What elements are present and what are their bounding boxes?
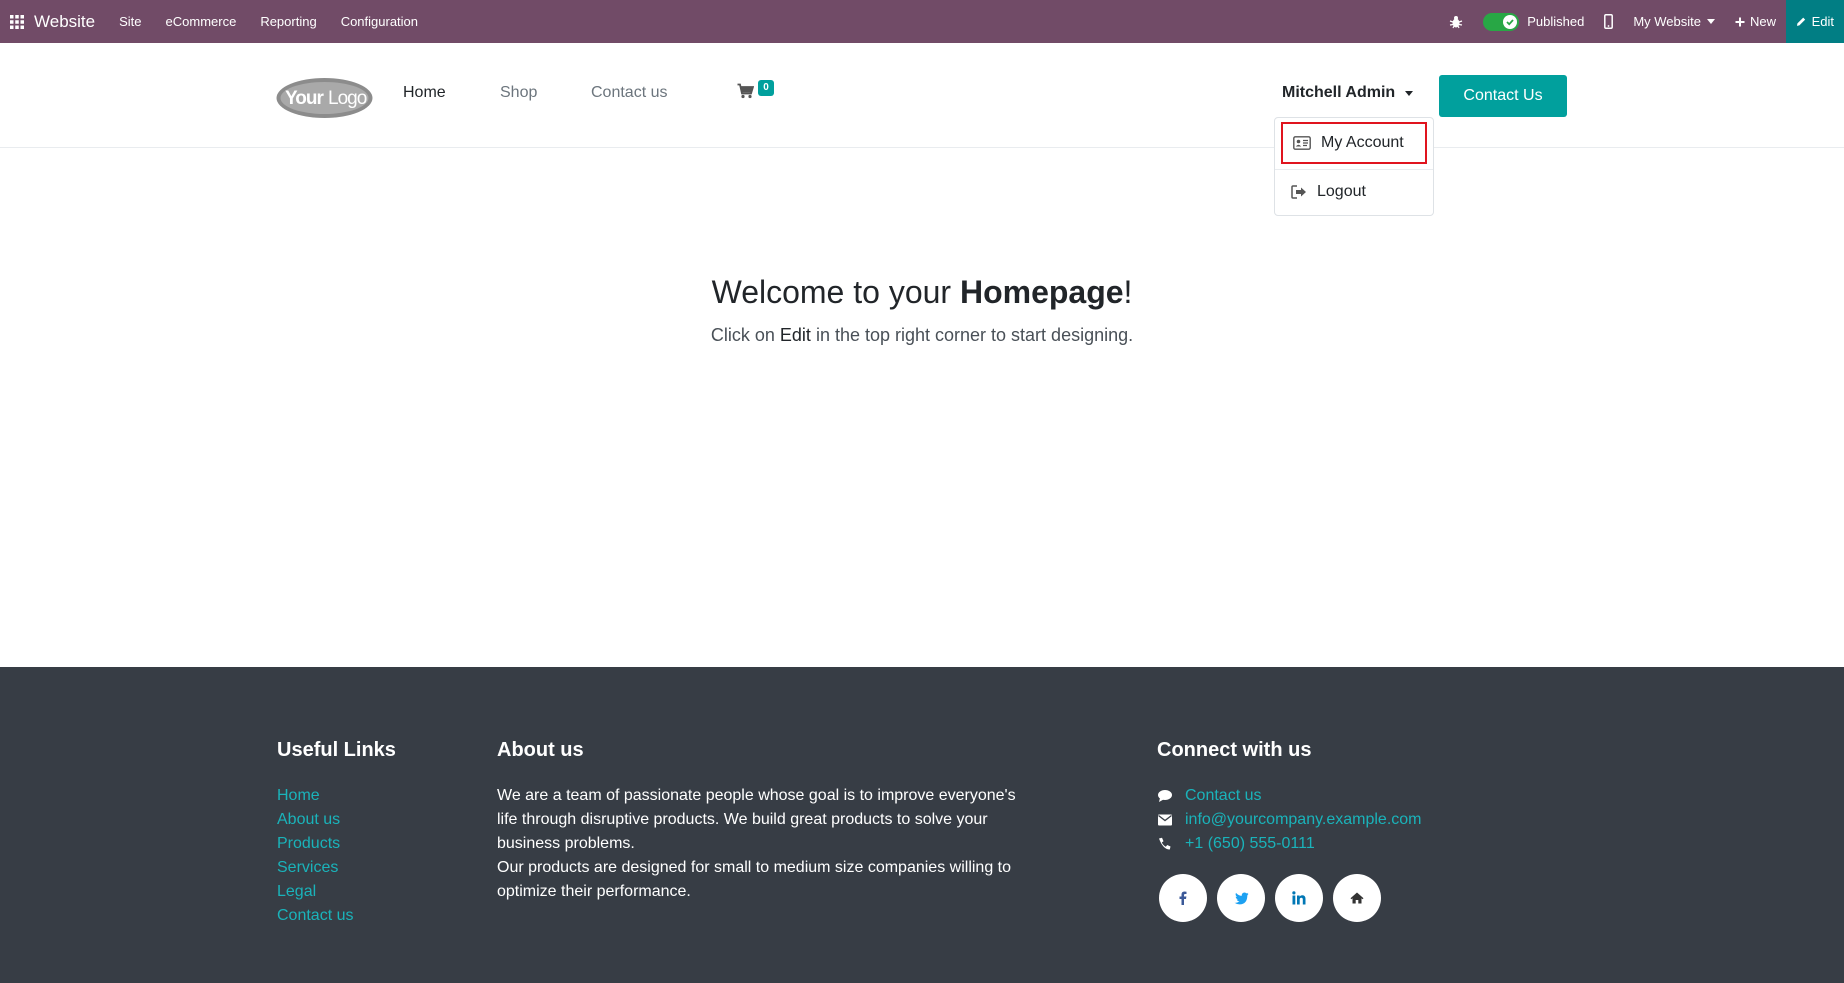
hero-title-suffix: ! <box>1123 274 1133 310</box>
company-logo[interactable]: Your Logo <box>276 77 373 119</box>
id-card-icon <box>1293 136 1311 150</box>
mobile-preview-icon[interactable] <box>1594 0 1623 43</box>
publish-toggle[interactable]: Published <box>1473 0 1594 43</box>
menu-ecommerce[interactable]: eCommerce <box>154 14 249 29</box>
connect-contact-row[interactable]: Contact us <box>1157 784 1422 808</box>
user-name: Mitchell Admin <box>1282 84 1396 101</box>
about-us-paragraph-1: We are a team of passionate people whose… <box>497 787 1016 852</box>
connect-title: Connect with us <box>1157 739 1312 761</box>
pencil-icon <box>1796 17 1806 26</box>
check-icon <box>1503 14 1518 29</box>
hero-sub-suffix: in the top right corner to start designi… <box>810 325 1134 345</box>
facebook-icon[interactable] <box>1159 874 1207 922</box>
about-us-paragraph-2: Our products are designed for small to m… <box>497 859 1012 900</box>
footer-link-home[interactable]: Home <box>277 784 353 808</box>
published-label: Published <box>1527 14 1585 29</box>
footer-link-contact-us[interactable]: Contact us <box>277 904 353 928</box>
debug-bug-icon[interactable] <box>1439 0 1473 43</box>
nav-home[interactable]: Home <box>403 84 446 102</box>
footer-link-legal[interactable]: Legal <box>277 880 353 904</box>
website-switcher[interactable]: My Website <box>1623 0 1725 43</box>
chevron-down-icon <box>1706 19 1715 24</box>
site-footer: Useful Links Home About us Products Serv… <box>0 667 1844 983</box>
connect-email-link[interactable]: info@yourcompany.example.com <box>1185 811 1422 829</box>
menu-reporting[interactable]: Reporting <box>248 14 328 29</box>
plus-icon <box>1735 17 1745 26</box>
website-switcher-label: My Website <box>1633 14 1701 29</box>
useful-links-title: Useful Links <box>277 739 396 761</box>
twitter-icon[interactable] <box>1217 874 1265 922</box>
sign-out-icon <box>1291 185 1306 199</box>
apps-menu-icon[interactable] <box>0 0 34 43</box>
new-button-label: New <box>1749 14 1776 29</box>
hero-subtitle: Click on Edit in the top right corner to… <box>0 325 1844 346</box>
edit-button-label: Edit <box>1811 14 1834 29</box>
connect-phone-link[interactable]: +1 (650) 555-0111 <box>1185 835 1315 853</box>
nav-contact-us[interactable]: Contact us <box>591 84 667 102</box>
contact-us-button[interactable]: Contact Us <box>1439 75 1567 117</box>
hero-title-prefix: Welcome to your <box>711 274 960 310</box>
svg-text:Logo: Logo <box>328 88 367 109</box>
hero-title-bold: Homepage <box>959 274 1124 310</box>
nav-shop[interactable]: Shop <box>500 84 537 102</box>
useful-links-list: Home About us Products Services Legal Co… <box>277 784 353 928</box>
dropdown-item-label: My Account <box>1321 134 1404 151</box>
home-icon[interactable] <box>1333 874 1381 922</box>
user-dropdown-menu: My Account Logout <box>1274 117 1434 216</box>
phone-icon <box>1159 837 1171 850</box>
hero-sub-prefix: Click on <box>710 325 780 345</box>
social-links <box>1159 874 1391 922</box>
svg-text:Your: Your <box>285 88 324 109</box>
hero-sub-edit: Edit <box>779 325 811 345</box>
cart-icon[interactable] <box>737 83 755 104</box>
connect-contact-link[interactable]: Contact us <box>1185 787 1261 805</box>
menu-configuration[interactable]: Configuration <box>329 14 430 29</box>
comment-icon <box>1158 790 1172 802</box>
dropdown-item-label: Logout <box>1317 183 1366 200</box>
user-menu-toggle[interactable]: Mitchell Admin <box>1282 84 1414 102</box>
menu-site[interactable]: Site <box>107 14 153 29</box>
envelope-icon <box>1158 814 1172 826</box>
about-us-title: About us <box>497 739 584 761</box>
connect-list: Contact us info@yourcompany.example.com … <box>1157 784 1422 856</box>
dropdown-item-logout[interactable]: Logout <box>1281 171 1427 213</box>
linkedin-icon[interactable] <box>1275 874 1323 922</box>
footer-link-about-us[interactable]: About us <box>277 808 353 832</box>
cart-count-badge: 0 <box>758 80 774 96</box>
connect-email-row[interactable]: info@yourcompany.example.com <box>1157 808 1422 832</box>
connect-phone-row[interactable]: +1 (650) 555-0111 <box>1157 832 1422 856</box>
hero-title: Welcome to your Homepage! <box>0 274 1844 311</box>
website-header: Your Logo Home Shop Contact us 0 Mitchel… <box>0 43 1844 148</box>
dropdown-item-my-account[interactable]: My Account <box>1281 122 1427 164</box>
published-switch[interactable] <box>1483 12 1520 31</box>
caret-down-icon <box>1405 90 1414 96</box>
footer-link-services[interactable]: Services <box>277 856 353 880</box>
dropdown-divider <box>1275 169 1433 170</box>
edit-button[interactable]: Edit <box>1786 0 1844 43</box>
footer-link-products[interactable]: Products <box>277 832 353 856</box>
odoo-navbar: Website Site eCommerce Reporting Configu… <box>0 0 1844 43</box>
new-button[interactable]: New <box>1725 0 1786 43</box>
app-brand[interactable]: Website <box>34 12 95 32</box>
